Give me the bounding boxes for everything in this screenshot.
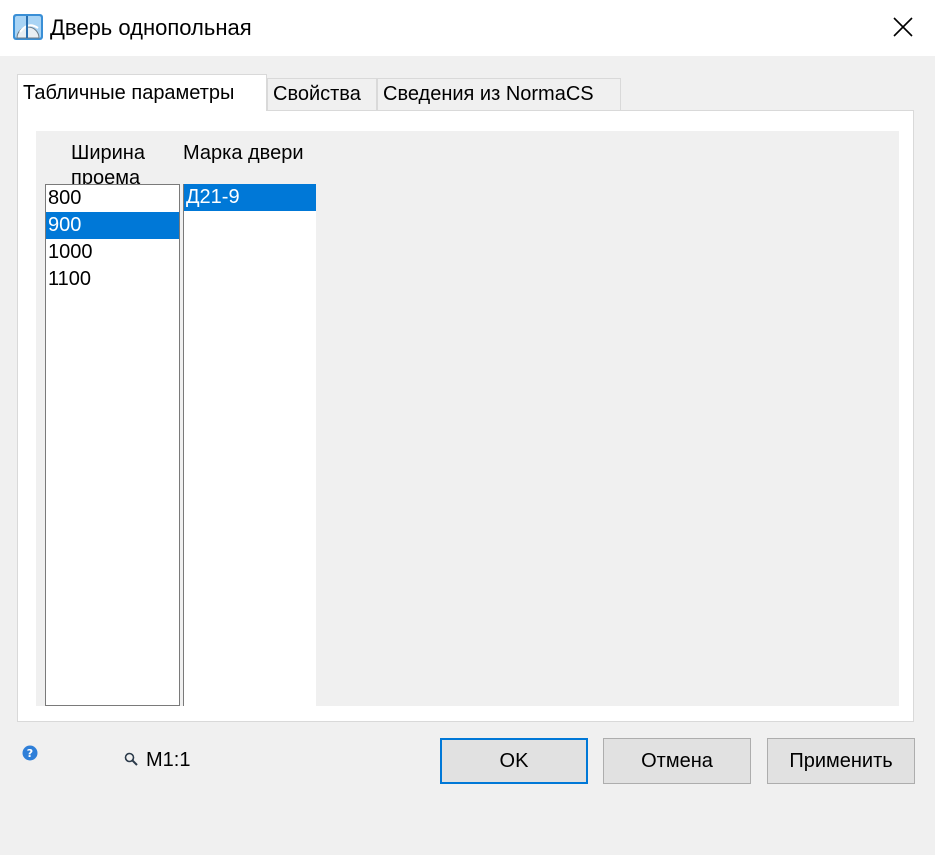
title-bar: Дверь однопольная [0, 0, 935, 56]
column-header-door-mark: Марка двери [183, 142, 304, 164]
list-item-width-1000[interactable]: 1000 [46, 239, 179, 266]
column-header-opening-width: Ширина проема [71, 142, 145, 185]
list-item-width-1100[interactable]: 1100 [46, 266, 179, 293]
magnifier-icon [124, 752, 138, 766]
list-item-mark-d21-9[interactable]: Д21-9 [184, 184, 316, 211]
list-item-width-900[interactable]: 900 [46, 212, 179, 239]
close-button[interactable] [871, 0, 935, 56]
dialog-window: Дверь однопольная Табличные параметры Св… [0, 0, 935, 855]
help-icon[interactable]: ? [22, 745, 38, 761]
tab-properties[interactable]: Свойства [267, 78, 377, 110]
close-icon [893, 17, 913, 37]
tab-table-parameters[interactable]: Табличные параметры [17, 74, 267, 111]
tab-panel: Ширина проема Марка двери 800 900 1000 1… [17, 110, 914, 722]
apply-button[interactable]: Применить [767, 738, 915, 784]
parameters-table: Ширина проема Марка двери 800 900 1000 1… [36, 131, 899, 706]
ok-button[interactable]: OK [440, 738, 588, 784]
door-mark-list[interactable]: Д21-9 [183, 184, 316, 706]
list-item-width-800[interactable]: 800 [46, 185, 179, 212]
scale-label: М1:1 [146, 749, 191, 771]
svg-text:?: ? [27, 747, 33, 760]
opening-width-list[interactable]: 800 900 1000 1100 [45, 184, 180, 706]
window-title: Дверь однопольная [50, 15, 252, 40]
door-app-icon [12, 11, 44, 43]
tab-normacs-info[interactable]: Сведения из NormaCS [377, 78, 621, 110]
cancel-button[interactable]: Отмена [603, 738, 751, 784]
